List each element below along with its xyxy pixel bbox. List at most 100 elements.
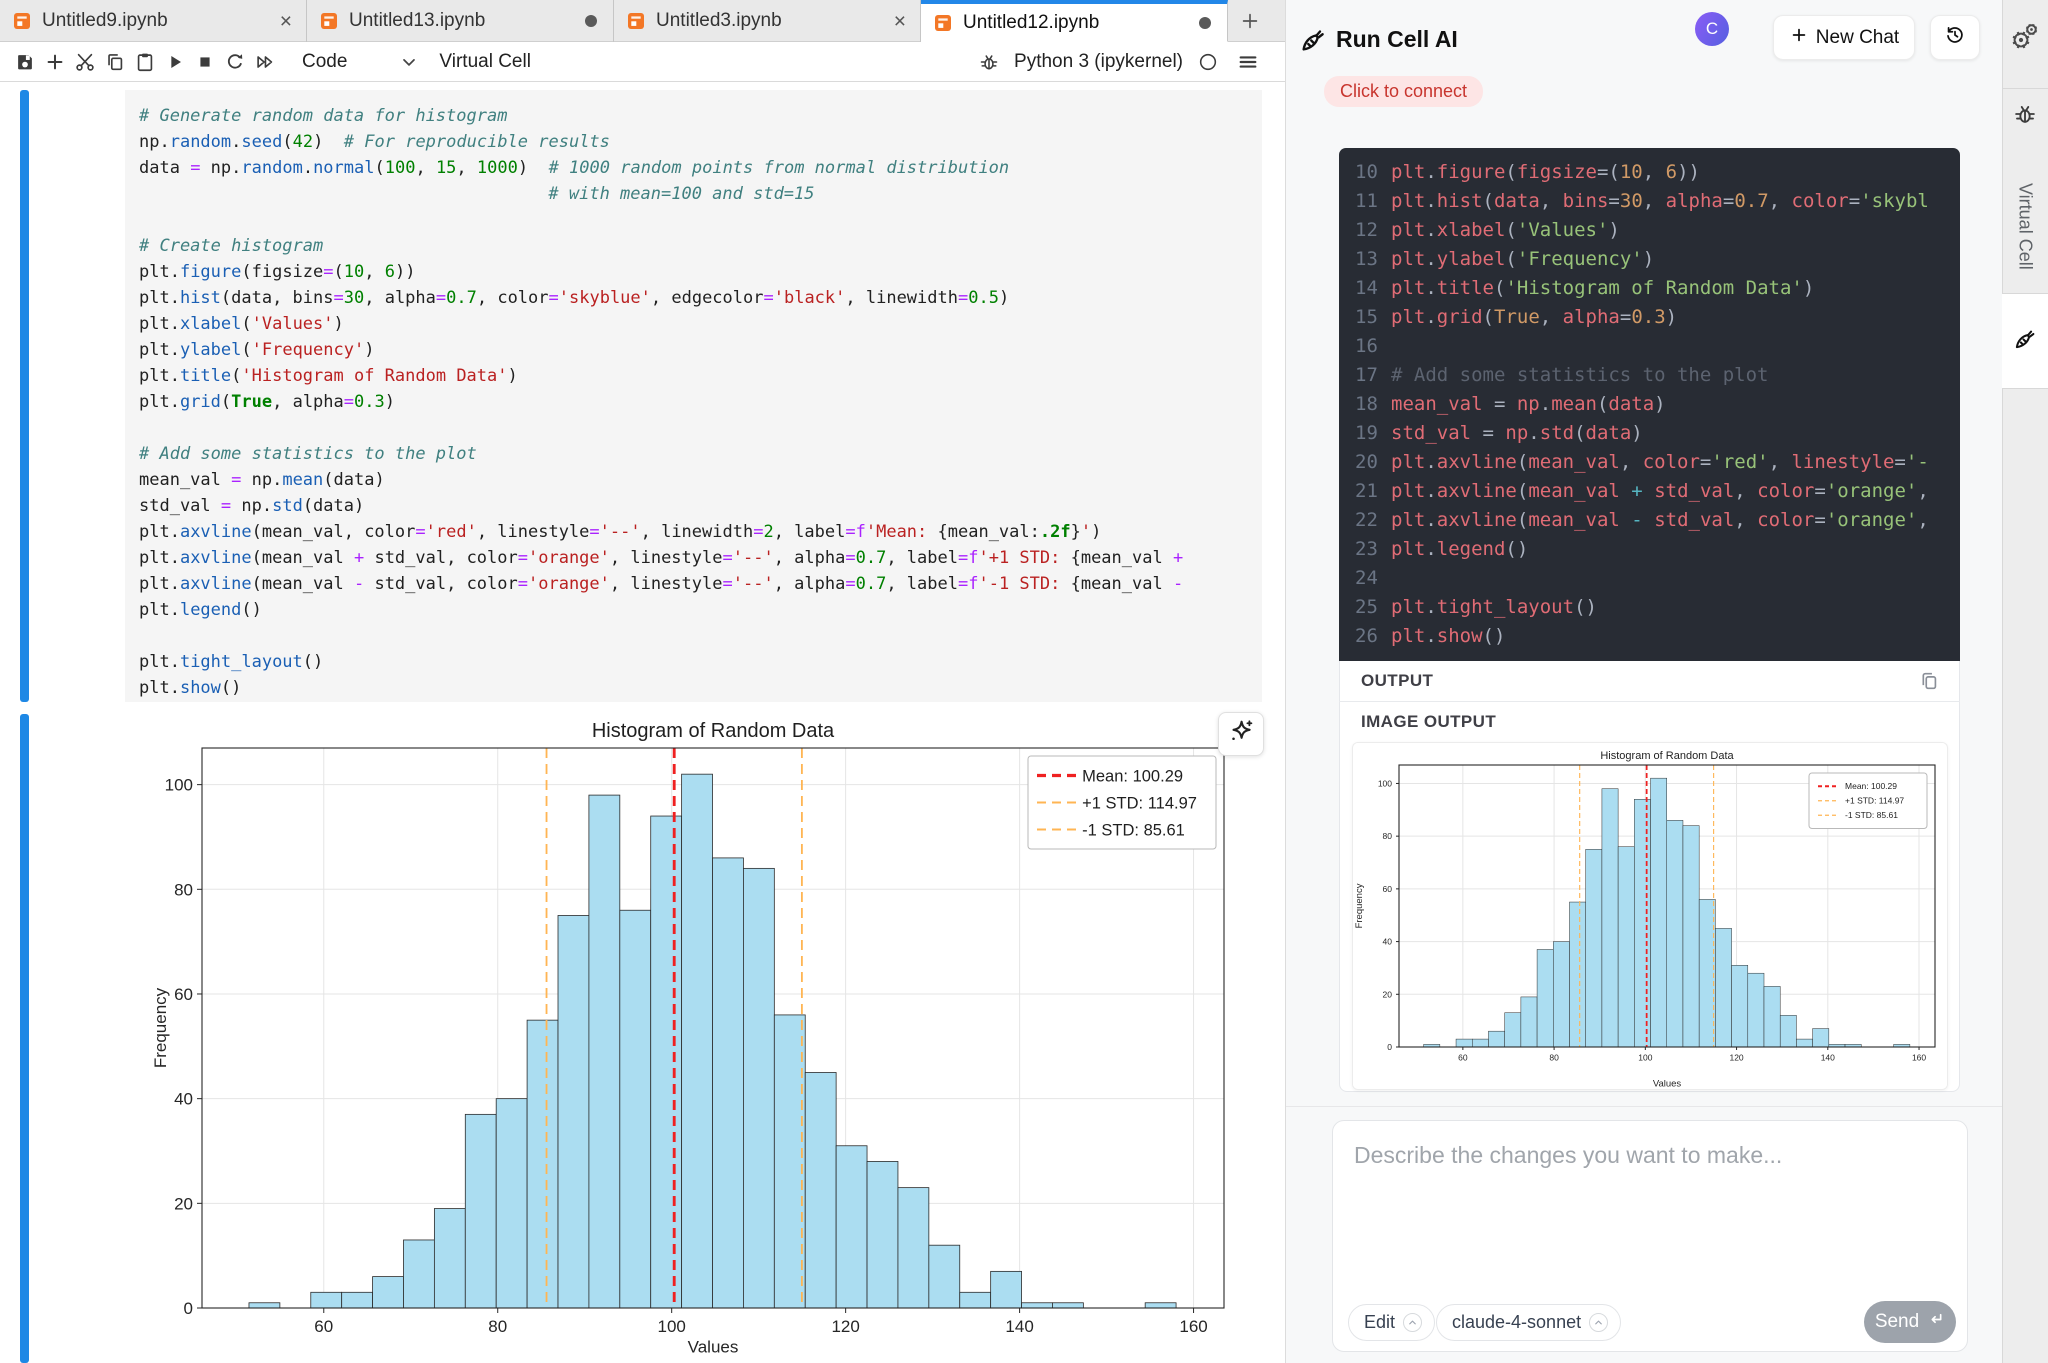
notebook-toolbar: Code Virtual Cell Python 3 (ipykernel): [0, 42, 1285, 82]
chevron-up-icon: [1589, 1313, 1608, 1332]
run-icon[interactable]: [163, 50, 187, 74]
tab-untitled13-ipynb[interactable]: Untitled13.ipynb: [307, 0, 614, 42]
settings-gears-icon[interactable]: [2002, 18, 2048, 54]
svg-text:40: 40: [174, 1090, 193, 1109]
send-button[interactable]: Send: [1864, 1301, 1956, 1343]
svg-text:160: 160: [1912, 1053, 1926, 1063]
unsaved-dot-icon[interactable]: [585, 15, 597, 27]
notebook-file-icon: [12, 11, 32, 31]
bug-icon[interactable]: [2002, 96, 2048, 132]
edit-mode-dropdown[interactable]: Edit: [1348, 1304, 1435, 1341]
toolbar-icon-group: [10, 50, 280, 74]
close-icon[interactable]: ×: [890, 11, 910, 32]
history-clock-icon: [1944, 24, 1966, 51]
return-arrow-icon: [1926, 1310, 1945, 1335]
tab-label: Untitled9.ipynb: [42, 10, 276, 32]
svg-text:Values: Values: [1653, 1079, 1682, 1090]
svg-text:120: 120: [1729, 1053, 1743, 1063]
send-label: Send: [1875, 1311, 1919, 1333]
new-tab-button[interactable]: [1232, 3, 1268, 39]
new-chat-button[interactable]: New Chat: [1773, 15, 1915, 60]
copy-icon[interactable]: [103, 50, 127, 74]
assistant-title: Run Cell AI: [1336, 26, 1458, 53]
svg-text:20: 20: [174, 1194, 193, 1213]
svg-text:100: 100: [657, 1317, 685, 1336]
svg-text:0: 0: [1387, 1042, 1392, 1052]
svg-text:160: 160: [1179, 1317, 1207, 1336]
svg-text:Mean: 100.29: Mean: 100.29: [1845, 781, 1897, 791]
notebook-file-icon: [933, 13, 953, 33]
sparkle-icon: [1227, 718, 1255, 751]
svg-text:0: 0: [184, 1299, 193, 1318]
svg-text:60: 60: [1383, 884, 1393, 894]
notebook-file-icon: [626, 11, 646, 31]
chat-history-button[interactable]: [1930, 15, 1980, 60]
svg-text:+1 STD: 114.97: +1 STD: 114.97: [1082, 794, 1197, 812]
tab-untitled12-ipynb[interactable]: Untitled12.ipynb: [921, 0, 1228, 42]
output-section-header: OUTPUT: [1339, 661, 1960, 702]
histogram-output-figure: 6080100120140160020406080100Histogram of…: [150, 712, 1240, 1360]
tab-untitled9-ipynb[interactable]: Untitled9.ipynb×: [0, 0, 307, 42]
rail-run-cell-ai-tab[interactable]: [2002, 293, 2048, 389]
kernel-name[interactable]: Python 3 (ipykernel): [1014, 51, 1183, 73]
notebook-file-icon: [319, 11, 339, 31]
output-cell-collapser[interactable]: [20, 714, 29, 1363]
rail-virtual-cell-label[interactable]: Virtual Cell: [2002, 160, 2048, 292]
prompt-input[interactable]: [1354, 1142, 1944, 1272]
code-cell-collapser[interactable]: [20, 90, 29, 702]
tab-label: Untitled12.ipynb: [963, 12, 1199, 34]
connect-status-badge[interactable]: Click to connect: [1324, 76, 1483, 107]
svg-text:+1 STD: 114.97: +1 STD: 114.97: [1845, 796, 1904, 806]
carrot-icon: [2012, 326, 2038, 357]
paste-icon[interactable]: [133, 50, 157, 74]
svg-text:60: 60: [314, 1317, 333, 1336]
svg-text:140: 140: [1821, 1053, 1835, 1063]
svg-text:Histogram of Random Data: Histogram of Random Data: [1600, 750, 1734, 762]
svg-text:80: 80: [1549, 1053, 1559, 1063]
svg-text:Frequency: Frequency: [151, 987, 170, 1068]
notebook-scroll-area: # Generate random data for histogramnp.r…: [0, 82, 1285, 1363]
svg-text:120: 120: [831, 1317, 859, 1336]
stop-icon[interactable]: [193, 50, 217, 74]
hamburger-menu-icon[interactable]: [1236, 50, 1260, 74]
model-dropdown[interactable]: claude-4-sonnet: [1436, 1304, 1621, 1341]
tab-label: Untitled3.ipynb: [656, 10, 890, 32]
svg-text:60: 60: [174, 985, 193, 1004]
kernel-status-icon[interactable]: [1196, 50, 1220, 74]
model-label: claude-4-sonnet: [1452, 1312, 1581, 1333]
tab-untitled3-ipynb[interactable]: Untitled3.ipynb×: [614, 0, 921, 42]
svg-text:Frequency: Frequency: [1354, 883, 1365, 928]
svg-text:100: 100: [1638, 1053, 1652, 1063]
svg-text:80: 80: [488, 1317, 507, 1336]
svg-text:Histogram of Random Data: Histogram of Random Data: [592, 720, 835, 742]
svg-text:60: 60: [1458, 1053, 1468, 1063]
unsaved-dot-icon[interactable]: [1199, 17, 1211, 29]
save-icon[interactable]: [13, 50, 37, 74]
svg-text:140: 140: [1005, 1317, 1033, 1336]
output-label: OUTPUT: [1361, 671, 1433, 691]
plus-icon: [1789, 25, 1809, 51]
svg-text:-1 STD: 85.61: -1 STD: 85.61: [1082, 821, 1185, 839]
close-icon[interactable]: ×: [276, 11, 296, 32]
chevron-up-icon: [1403, 1313, 1422, 1332]
debugger-bug-icon[interactable]: [977, 50, 1001, 74]
svg-text:Values: Values: [688, 1337, 739, 1356]
carrot-icon: [1298, 25, 1328, 55]
code-cell-editor[interactable]: # Generate random data for histogramnp.r…: [125, 90, 1262, 702]
fast-forward-icon[interactable]: [253, 50, 277, 74]
restart-icon[interactable]: [223, 50, 247, 74]
avatar[interactable]: C: [1695, 12, 1729, 46]
edit-mode-label: Edit: [1364, 1312, 1395, 1333]
panel-divider: [1286, 1106, 2002, 1107]
sparkle-ai-button[interactable]: [1218, 712, 1264, 756]
copy-icon[interactable]: [1916, 668, 1942, 694]
assistant-code-preview[interactable]: 10plt.figure(figsize=(10, 6))11plt.hist(…: [1339, 148, 1960, 661]
cell-type-dropdown[interactable]: Code: [302, 51, 347, 73]
svg-text:80: 80: [174, 880, 193, 899]
svg-text:40: 40: [1383, 937, 1393, 947]
assistant-image-output: 6080100120140160020406080100Histogram of…: [1352, 742, 1948, 1090]
svg-text:Mean: 100.29: Mean: 100.29: [1082, 767, 1183, 785]
chevron-down-icon[interactable]: [399, 52, 419, 72]
cut-icon[interactable]: [73, 50, 97, 74]
add-icon[interactable]: [43, 50, 67, 74]
